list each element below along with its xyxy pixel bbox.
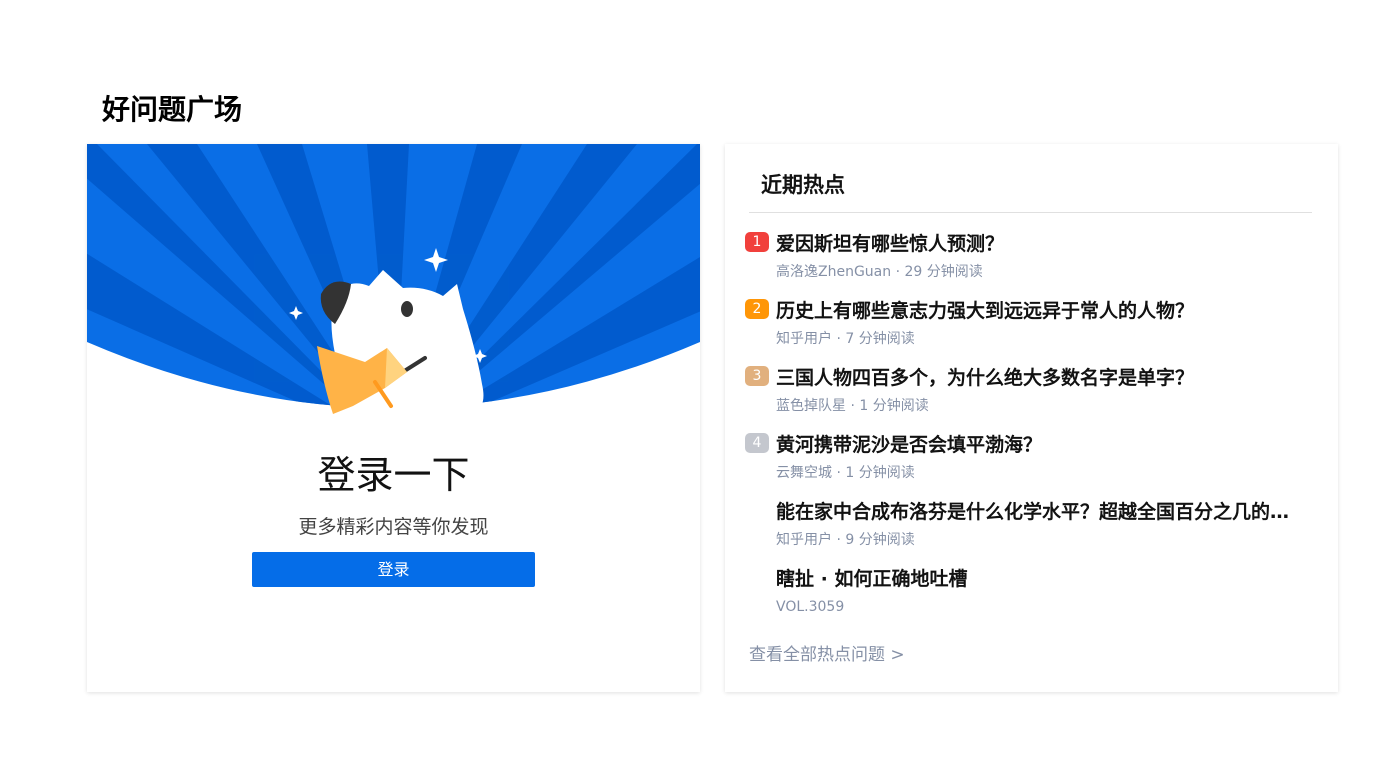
- login-subtitle: 更多精彩内容等你发现: [298, 516, 489, 538]
- login-heading: 登录一下: [317, 453, 470, 497]
- login-card: 登录一下 更多精彩内容等你发现 登录: [87, 144, 700, 692]
- hot-item-meta: 高洛逸ZhenGuan · 29 分钟阅读: [776, 264, 983, 280]
- hot-item-meta: 知乎用户 · 9 分钟阅读: [776, 532, 915, 548]
- hot-item-2[interactable]: 2 历史上有哪些意志力强大到远远异于常人的人物？ 知乎用户 · 7 分钟阅读: [725, 297, 1338, 364]
- hot-topics-card: 近期热点 1 爱因斯坦有哪些惊人预测？ 高洛逸ZhenGuan · 29 分钟阅…: [725, 144, 1338, 692]
- rank-badge: 4: [745, 433, 769, 453]
- hot-item-title[interactable]: 瞎扯 · 如何正确地吐槽: [776, 565, 1296, 593]
- hot-topics-title: 近期热点: [761, 173, 845, 197]
- hot-item-title[interactable]: 能在家中合成布洛芬是什么化学水平？超越全国百分之几的人？: [776, 498, 1296, 526]
- hot-item-meta: 知乎用户 · 7 分钟阅读: [776, 331, 915, 347]
- login-button[interactable]: 登录: [252, 552, 535, 587]
- hot-item-meta: 云舞空城 · 1 分钟阅读: [776, 465, 915, 481]
- hot-item-meta: VOL.3059: [776, 599, 845, 615]
- hot-item-6[interactable]: 瞎扯 · 如何正确地吐槽 VOL.3059: [725, 565, 1338, 632]
- hot-item-3[interactable]: 3 三国人物四百多个，为什么绝大多数名字是单字？ 蓝色掉队星 · 1 分钟阅读: [725, 364, 1338, 431]
- rank-badge: 2: [745, 299, 769, 319]
- see-all-hot-link[interactable]: 查看全部热点问题 >: [749, 642, 905, 668]
- hot-item-4[interactable]: 4 黄河携带泥沙是否会填平渤海？ 云舞空城 · 1 分钟阅读: [725, 431, 1338, 498]
- hot-item-1[interactable]: 1 爱因斯坦有哪些惊人预测？ 高洛逸ZhenGuan · 29 分钟阅读: [725, 230, 1338, 297]
- hot-item-5[interactable]: 能在家中合成布洛芬是什么化学水平？超越全国百分之几的人？ 知乎用户 · 9 分钟…: [725, 498, 1338, 565]
- page-title: 好问题广场: [102, 93, 243, 126]
- hot-item-meta: 蓝色掉队星 · 1 分钟阅读: [776, 398, 929, 414]
- rank-badge: 1: [745, 232, 769, 252]
- divider: [749, 212, 1312, 213]
- hot-topics-list: 1 爱因斯坦有哪些惊人预测？ 高洛逸ZhenGuan · 29 分钟阅读 2 历…: [725, 230, 1338, 632]
- hero-illustration: [87, 144, 700, 414]
- hot-item-title[interactable]: 黄河携带泥沙是否会填平渤海？: [776, 431, 1296, 459]
- hot-item-title[interactable]: 历史上有哪些意志力强大到远远异于常人的人物？: [776, 297, 1296, 325]
- hot-item-title[interactable]: 爱因斯坦有哪些惊人预测？: [776, 230, 1296, 258]
- hot-item-title[interactable]: 三国人物四百多个，为什么绝大多数名字是单字？: [776, 364, 1296, 392]
- rank-badge: 3: [745, 366, 769, 386]
